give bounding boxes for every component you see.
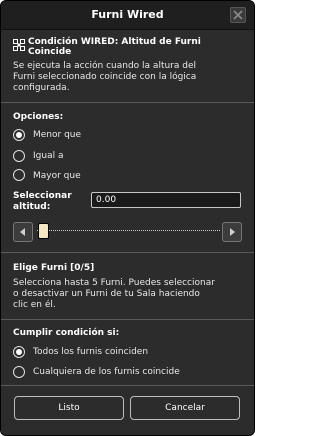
altitude-input[interactable]: 0.00 bbox=[91, 192, 241, 208]
close-button[interactable] bbox=[230, 7, 246, 23]
altitude-slider-track[interactable] bbox=[37, 230, 220, 233]
altitude-label-line2: altitud: bbox=[13, 202, 51, 212]
furni-select-description-line1: Selecciona hasta 5 Furni. Puedes selecci… bbox=[13, 278, 215, 288]
cancel-button[interactable]: Cancelar bbox=[130, 396, 240, 420]
radio-label-menor-que: Menor que bbox=[33, 130, 82, 140]
furni-select-description-line3: clic en él. bbox=[13, 300, 56, 310]
radio-any-match[interactable] bbox=[13, 366, 25, 378]
divider bbox=[1, 385, 254, 386]
title-bar[interactable]: Furni Wired bbox=[1, 1, 254, 30]
close-icon bbox=[233, 10, 243, 20]
arrow-right-icon bbox=[230, 228, 235, 236]
radio-igual-a[interactable] bbox=[13, 150, 25, 162]
altitude-label-line1: Seleccionar bbox=[13, 191, 72, 201]
condition-description-line1: Se ejecuta la acción cuando la altura de… bbox=[13, 61, 197, 71]
furni-select-description-line2: o desactivar un Furni de tu Sala haciend… bbox=[13, 289, 200, 299]
radio-all-match[interactable] bbox=[13, 346, 25, 358]
wired-condition-icon bbox=[13, 39, 25, 51]
divider bbox=[1, 319, 254, 320]
window-title: Furni Wired bbox=[91, 8, 164, 21]
slider-right-button[interactable] bbox=[222, 222, 242, 242]
options-label: Opciones: bbox=[13, 112, 64, 122]
radio-label-igual-a: Igual a bbox=[33, 151, 64, 161]
radio-mayor-que[interactable] bbox=[13, 169, 25, 181]
arrow-left-icon bbox=[20, 228, 25, 236]
radio-label-mayor-que: Mayor que bbox=[33, 171, 81, 181]
divider bbox=[1, 252, 254, 253]
radio-label-all-match: Todos los furnis coinciden bbox=[33, 347, 149, 357]
radio-label-any-match: Cualquiera de los furnis coincide bbox=[33, 367, 180, 377]
slider-left-button[interactable] bbox=[13, 222, 33, 242]
ok-button[interactable]: Listo bbox=[14, 396, 124, 420]
furni-select-title: Elige Furni [0/5] bbox=[13, 263, 95, 273]
condition-description-line2: Furni seleccionado coincide con la lógic… bbox=[13, 72, 197, 82]
divider bbox=[1, 102, 254, 103]
condition-label: Cumplir condición si: bbox=[13, 328, 120, 338]
wired-window: Furni Wired Condición WIRED: Altitud de … bbox=[0, 0, 255, 436]
condition-description-line3: configurada. bbox=[13, 83, 70, 93]
altitude-slider-thumb[interactable] bbox=[38, 223, 49, 239]
condition-title-line2: Coincide bbox=[28, 47, 72, 57]
radio-menor-que[interactable] bbox=[13, 129, 25, 141]
